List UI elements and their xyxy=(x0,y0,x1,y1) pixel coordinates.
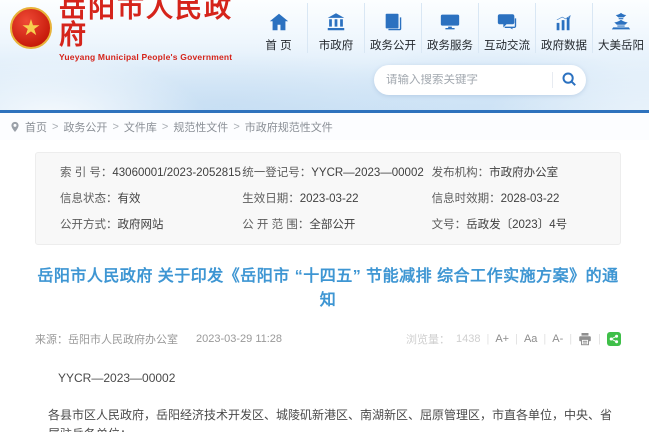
breadcrumb-separator: > xyxy=(112,121,118,133)
meta-cell: 信息时效期：2028-03-22 xyxy=(432,190,596,206)
toolbar-separator: | xyxy=(543,333,546,345)
article-body: YYCR—2023—00002 各县市区人民政府，岳阳经济技术开发区、城陵矶新港… xyxy=(35,371,621,432)
breadcrumb: 首页 > 政务公开 > 文件库 > 规范性文件 > 市政府规范性文件 xyxy=(0,113,649,140)
share-icon xyxy=(607,332,621,346)
article-source-row: 来源： 岳阳市人民政府办公室 2023-03-29 11:28 浏览量： 143… xyxy=(35,331,621,347)
document-registration-number: YYCR—2023—00002 xyxy=(58,371,621,385)
print-button[interactable] xyxy=(578,332,592,346)
toolbar-separator: | xyxy=(569,333,572,345)
meta-cell: 统一登记号：YYCR—2023—00002 xyxy=(242,164,431,180)
breadcrumb-item[interactable]: 政务公开 xyxy=(63,119,107,135)
source-label: 来源： xyxy=(35,331,68,347)
document-page: 索 引 号：43060001/2023-2052815 统一登记号：YYCR—2… xyxy=(0,140,649,432)
meta-cell: 信息状态：有效 xyxy=(60,190,242,206)
main-nav: 首 页 市政府 政务公开 政务服务 xyxy=(250,3,649,53)
breadcrumb-item[interactable]: 首页 xyxy=(25,119,47,135)
breadcrumb-separator: > xyxy=(233,121,239,133)
yueyang-tower-icon xyxy=(593,11,649,35)
meta-cell: 发布机构：市政府办公室 xyxy=(432,164,596,180)
publish-datetime: 2023-03-29 11:28 xyxy=(196,333,282,345)
search-input[interactable] xyxy=(374,74,552,86)
printer-icon xyxy=(578,334,592,349)
search-button[interactable] xyxy=(553,65,586,95)
search-icon xyxy=(561,71,577,90)
font-smaller-button[interactable]: A- xyxy=(552,333,563,345)
nav-item-label: 政府数据 xyxy=(536,37,592,53)
nav-item-beautiful-yueyang[interactable]: 大美岳阳 xyxy=(592,3,649,53)
nav-item-label: 首 页 xyxy=(250,37,307,53)
meta-cell: 生效日期：2023-03-22 xyxy=(242,190,431,206)
nav-item-disclosure[interactable]: 政务公开 xyxy=(364,3,421,53)
meta-cell: 公开方式：政府网站 xyxy=(60,216,242,232)
toolbar-separator: | xyxy=(486,333,489,345)
nav-item-label: 市政府 xyxy=(308,37,364,53)
breadcrumb-item[interactable]: 规范性文件 xyxy=(173,119,228,135)
nav-item-label: 大美岳阳 xyxy=(593,37,649,53)
document-meta-table: 索 引 号：43060001/2023-2052815 统一登记号：YYCR—2… xyxy=(35,152,621,245)
site-title: 岳阳市人民政府 xyxy=(59,0,250,49)
article-paragraph: 各县市区人民政府，岳阳经济技术开发区、城陵矶新港区、南湖新区、屈原管理区，市直各… xyxy=(48,406,621,432)
article-toolbar: 浏览量： 1438 | A+ | Aa | A- | | xyxy=(406,331,621,347)
document-icon xyxy=(365,11,421,35)
nav-item-home[interactable]: 首 页 xyxy=(250,3,307,53)
site-header: ★ 岳阳市人民政府 Yueyang Municipal People's Gov… xyxy=(0,0,649,110)
nav-item-interaction[interactable]: 互动交流 xyxy=(478,3,535,53)
nav-item-label: 政务服务 xyxy=(422,37,478,53)
site-title-english: Yueyang Municipal People's Government xyxy=(59,52,250,62)
data-chart-icon xyxy=(536,11,592,35)
breadcrumb-separator: > xyxy=(52,121,58,133)
toolbar-separator: | xyxy=(598,333,601,345)
views-label: 浏览量： xyxy=(406,331,450,347)
meta-cell: 公 开 范 围：全部公开 xyxy=(242,216,431,232)
meta-cell: 索 引 号：43060001/2023-2052815 xyxy=(60,164,242,180)
meta-cell: 文号：岳政发〔2023〕4号 xyxy=(432,216,596,232)
government-building-icon xyxy=(308,11,364,35)
nav-item-label: 互动交流 xyxy=(479,37,535,53)
nav-item-label: 政务公开 xyxy=(365,37,421,53)
breadcrumb-separator: > xyxy=(162,121,168,133)
national-emblem-icon: ★ xyxy=(10,7,52,49)
home-icon xyxy=(250,11,307,35)
service-screen-icon xyxy=(422,11,478,35)
article-title: 岳阳市人民政府 关于印发《岳阳市 “十四五” 节能减排 综合工作实施方案》的通知 xyxy=(35,262,621,310)
breadcrumb-item-current: 市政府规范性文件 xyxy=(245,119,333,135)
font-normal-button[interactable]: Aa xyxy=(524,333,537,345)
location-pin-icon xyxy=(10,121,20,133)
nav-item-data[interactable]: 政府数据 xyxy=(535,3,592,53)
breadcrumb-item[interactable]: 文件库 xyxy=(124,119,157,135)
site-search xyxy=(374,65,586,95)
nav-item-government[interactable]: 市政府 xyxy=(307,3,364,53)
source-value: 岳阳市人民政府办公室 xyxy=(68,331,178,347)
site-logo[interactable]: ★ 岳阳市人民政府 Yueyang Municipal People's Gov… xyxy=(10,0,250,62)
font-larger-button[interactable]: A+ xyxy=(495,333,509,345)
views-count: 1438 xyxy=(456,333,480,345)
toolbar-separator: | xyxy=(515,333,518,345)
nav-item-services[interactable]: 政务服务 xyxy=(421,3,478,53)
share-button[interactable] xyxy=(607,332,621,346)
chat-icon xyxy=(479,11,535,35)
